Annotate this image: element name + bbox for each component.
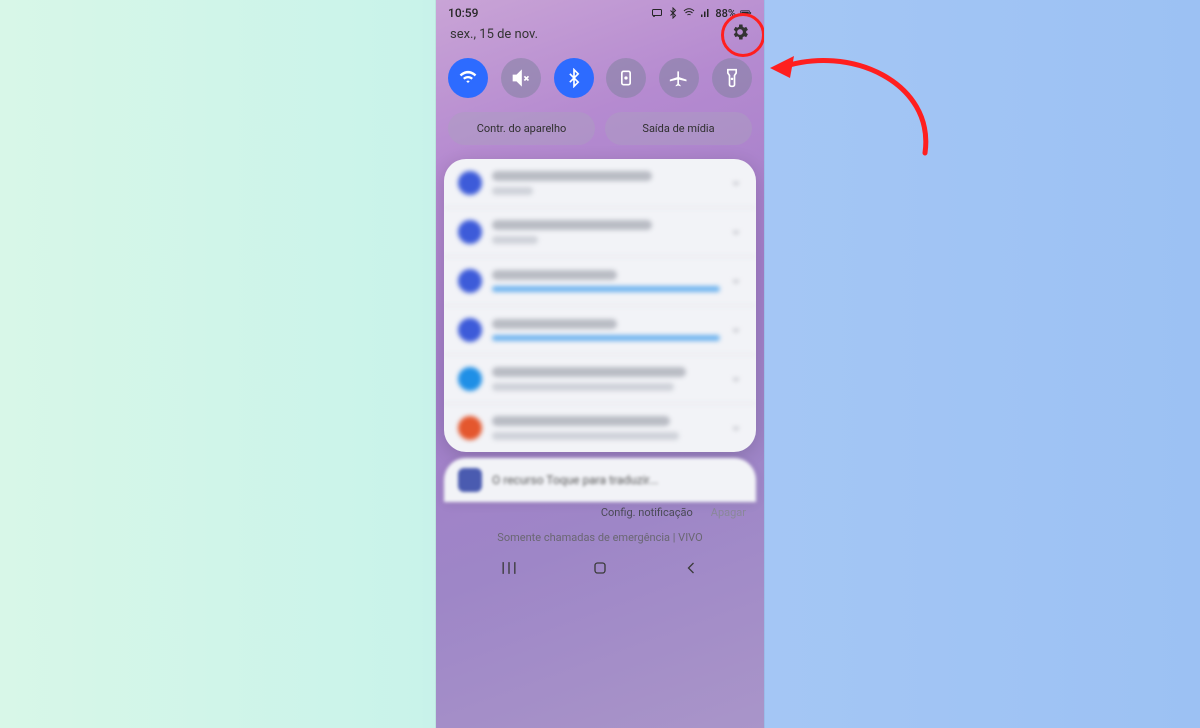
notification-progress xyxy=(492,286,720,292)
chevron-down-icon[interactable] xyxy=(730,373,742,385)
notification-body xyxy=(492,319,720,341)
notification-app-icon xyxy=(458,171,482,195)
notification-subtitle xyxy=(492,236,538,244)
media-output-pill[interactable]: Saída de mídia xyxy=(605,112,752,145)
notification-title xyxy=(492,416,670,426)
toggle-rotation[interactable] xyxy=(606,58,646,98)
settings-button[interactable] xyxy=(730,22,750,46)
chevron-down-icon[interactable] xyxy=(730,226,742,238)
notification-item[interactable] xyxy=(444,355,756,404)
notification-body xyxy=(492,416,720,440)
notification-app-icon xyxy=(458,269,482,293)
translate-icon xyxy=(458,468,482,492)
home-button[interactable] xyxy=(590,558,610,578)
toggle-bluetooth[interactable] xyxy=(554,58,594,98)
notification-list[interactable] xyxy=(444,159,756,452)
bluetooth-icon xyxy=(564,68,584,88)
emergency-calls-label: Somente chamadas de emergência | VIVO xyxy=(436,521,764,552)
quick-pills-row: Contr. do aparelho Saída de mídia xyxy=(436,106,764,159)
notification-footer: Config. notificação Apagar xyxy=(436,502,764,521)
clock: 10:59 xyxy=(448,6,478,20)
notification-item[interactable] xyxy=(444,208,756,257)
chevron-down-icon[interactable] xyxy=(730,275,742,287)
toggle-airplane[interactable] xyxy=(659,58,699,98)
wifi-icon xyxy=(458,68,478,88)
battery-percent: 88% xyxy=(715,7,736,20)
signal-icon xyxy=(699,7,711,19)
notification-item[interactable] xyxy=(444,404,756,452)
panel-date: sex., 15 de nov. xyxy=(450,27,538,42)
notification-app-icon xyxy=(458,416,482,440)
annotation-arrow xyxy=(760,48,960,168)
panel-header: sex., 15 de nov. xyxy=(436,22,764,50)
notification-item[interactable] xyxy=(444,306,756,355)
cast-icon xyxy=(651,7,663,19)
mute-icon xyxy=(511,68,531,88)
notification-body xyxy=(492,367,720,391)
toggle-flashlight[interactable] xyxy=(712,58,752,98)
toggle-sound[interactable] xyxy=(501,58,541,98)
notification-peek-text: O recurso Toque para traduzir... xyxy=(492,473,658,487)
status-bar: 10:59 88% xyxy=(436,0,764,22)
notification-app-icon xyxy=(458,367,482,391)
flashlight-icon xyxy=(722,68,742,88)
notification-title xyxy=(492,367,686,377)
chevron-down-icon[interactable] xyxy=(730,177,742,189)
notification-subtitle xyxy=(492,187,533,195)
phone-frame: 10:59 88% sex., 15 de nov. xyxy=(436,0,764,728)
chevron-down-icon[interactable] xyxy=(730,324,742,336)
quick-settings-row xyxy=(436,50,764,106)
notification-item[interactable] xyxy=(444,159,756,208)
status-icons: 88% xyxy=(651,7,752,20)
chevron-down-icon[interactable] xyxy=(730,422,742,434)
notification-app-icon xyxy=(458,220,482,244)
wifi-mini-icon xyxy=(683,7,695,19)
airplane-icon xyxy=(669,68,689,88)
notification-body xyxy=(492,220,720,244)
notification-subtitle xyxy=(492,432,679,440)
tutorial-stage: 10:59 88% sex., 15 de nov. xyxy=(0,0,1200,728)
notification-body xyxy=(492,171,720,195)
notification-settings-link[interactable]: Config. notificação xyxy=(601,506,693,519)
notification-body xyxy=(492,270,720,292)
notification-item[interactable] xyxy=(444,257,756,306)
notification-title xyxy=(492,171,652,181)
gear-icon xyxy=(730,22,750,42)
android-navbar xyxy=(436,552,764,586)
recents-button[interactable] xyxy=(499,558,519,578)
notification-title xyxy=(492,319,617,329)
notification-peek[interactable]: O recurso Toque para traduzir... xyxy=(444,458,756,502)
notification-title xyxy=(492,220,652,230)
rotation-lock-icon xyxy=(616,68,636,88)
back-button[interactable] xyxy=(681,558,701,578)
clear-all-button[interactable]: Apagar xyxy=(711,506,746,519)
bluetooth-mini-icon xyxy=(667,7,679,19)
notification-title xyxy=(492,270,617,280)
notification-subtitle xyxy=(492,383,674,391)
battery-icon xyxy=(740,7,752,19)
notification-progress xyxy=(492,335,720,341)
device-control-pill[interactable]: Contr. do aparelho xyxy=(448,112,595,145)
toggle-wifi[interactable] xyxy=(448,58,488,98)
notification-app-icon xyxy=(458,318,482,342)
